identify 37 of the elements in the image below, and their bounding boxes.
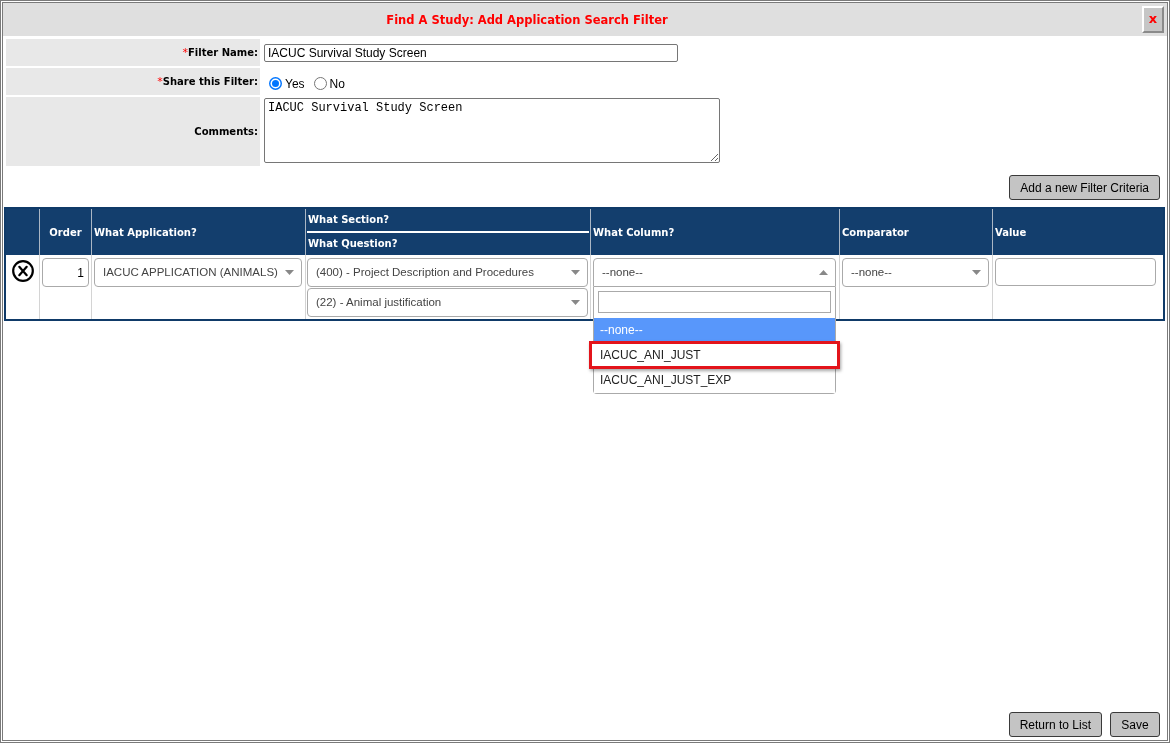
field-label: Filter Name:: [188, 47, 258, 58]
radio-button[interactable]: [269, 77, 282, 90]
section-select[interactable]: (400) - Project Description and Procedures: [307, 258, 588, 287]
field-label: Comments:: [194, 126, 258, 137]
required-mark: *: [157, 75, 163, 88]
dropdown-option[interactable]: IACUC_ANI_JUST: [589, 341, 840, 369]
footer-button[interactable]: Save: [1110, 712, 1160, 737]
caret-icon: [571, 270, 580, 275]
caret-icon: [819, 270, 828, 275]
question-select[interactable]: (22) - Animal justification: [307, 288, 588, 317]
dialog-title: Find A Study: Add Application Search Filter: [385, 12, 669, 27]
column-header: Value: [992, 209, 1163, 255]
radio-label: No: [329, 76, 345, 91]
order-field[interactable]: 1: [42, 258, 89, 287]
column-header: What Question?: [307, 237, 399, 251]
text-field[interactable]: IACUC Survival Study Screen: [264, 43, 678, 62]
field-label: Share this Filter:: [162, 76, 258, 87]
column-header: What Column?: [590, 209, 839, 255]
column-header: What Application?: [91, 209, 305, 255]
column-header: Order: [39, 209, 91, 255]
add-criteria-button[interactable]: Add a new Filter Criteria: [1009, 175, 1160, 200]
column-header: Comparator: [839, 209, 992, 255]
column-select[interactable]: --none--: [593, 258, 836, 287]
radio-button[interactable]: [313, 77, 327, 90]
search-field[interactable]: [598, 291, 831, 313]
comparator-select[interactable]: --none--: [842, 258, 989, 287]
caret-icon: [972, 270, 981, 275]
value-field[interactable]: [995, 258, 1156, 286]
footer-button[interactable]: Return to List: [1008, 712, 1102, 737]
caret-icon: [571, 300, 580, 305]
column-header: What Section?: [307, 213, 391, 227]
application-select[interactable]: IACUC APPLICATION (ANIMALS): [94, 258, 302, 287]
comments-field[interactable]: IACUC Survival Study Screen: [264, 98, 720, 163]
remove-icon[interactable]: [11, 260, 34, 282]
required-mark: *: [182, 46, 188, 59]
radio-label: Yes: [285, 76, 305, 91]
caret-icon: [285, 270, 294, 275]
